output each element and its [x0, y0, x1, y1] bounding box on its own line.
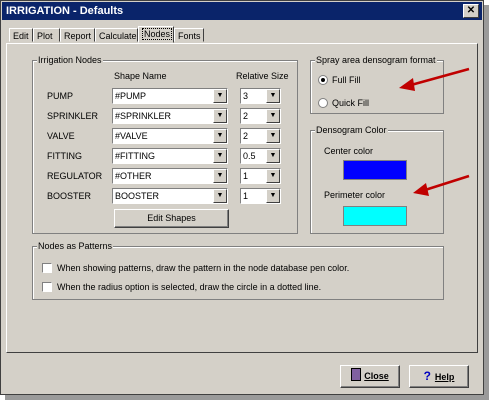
- perimeter-color-label: Perimeter color: [324, 190, 386, 200]
- chevron-down-icon[interactable]: ▼: [213, 149, 227, 163]
- shape-name-header: Shape Name: [114, 71, 167, 81]
- size-select-fitting[interactable]: 0.5 ▼: [240, 148, 281, 164]
- shape-value: #VALVE: [115, 131, 148, 141]
- help-button[interactable]: ? Help: [409, 365, 469, 388]
- perimeter-color-swatch[interactable]: [343, 206, 407, 226]
- dotted-line-checkbox[interactable]: [42, 282, 52, 292]
- title-bar[interactable]: IRRIGATION - Defaults ✕: [2, 2, 482, 20]
- close-button[interactable]: Close: [340, 365, 400, 388]
- full-fill-label: Full Fill: [332, 75, 361, 85]
- annotation-arrow-icon: [399, 67, 470, 91]
- tab-fonts-label: Fonts: [178, 31, 201, 41]
- chevron-down-icon[interactable]: ▼: [213, 169, 227, 183]
- pen-color-checkbox[interactable]: [42, 263, 52, 273]
- close-door-icon: [351, 368, 362, 381]
- chevron-down-icon[interactable]: ▼: [266, 149, 280, 163]
- size-select-pump[interactable]: 3 ▼: [240, 88, 281, 104]
- size-value: 2: [243, 131, 249, 141]
- relative-size-header: Relative Size: [236, 71, 289, 81]
- spray-format-legend: Spray area densogram format: [315, 55, 437, 65]
- tab-fonts[interactable]: Fonts: [174, 28, 204, 42]
- densogram-color-legend: Densogram Color: [315, 125, 388, 135]
- size-value: 3: [243, 91, 249, 101]
- edit-shapes-button[interactable]: Edit Shapes: [114, 209, 229, 228]
- node-label-fitting: FITTING: [47, 151, 82, 161]
- size-select-sprinkler[interactable]: 2 ▼: [240, 108, 281, 124]
- chevron-down-icon[interactable]: ▼: [266, 189, 280, 203]
- shape-select-valve[interactable]: #VALVE ▼: [112, 128, 228, 144]
- center-color-swatch[interactable]: [343, 160, 407, 180]
- shape-value: #SPRINKLER: [115, 111, 172, 121]
- dotted-line-option-label: When the radius option is selected, draw…: [57, 282, 322, 292]
- quick-fill-label: Quick Fill: [332, 98, 370, 108]
- size-value: 2: [243, 111, 249, 121]
- size-select-regulator[interactable]: 1 ▼: [240, 168, 281, 184]
- shape-value: BOOSTER: [115, 191, 160, 201]
- question-mark-icon: ?: [423, 369, 431, 383]
- chevron-down-icon[interactable]: ▼: [266, 109, 280, 123]
- shape-value: #PUMP: [115, 91, 147, 101]
- chevron-down-icon[interactable]: ▼: [213, 109, 227, 123]
- tab-plot[interactable]: Plot: [33, 28, 60, 42]
- window-shadow-bottom: [5, 395, 489, 400]
- window-title: IRRIGATION - Defaults: [6, 5, 124, 17]
- size-value: 1: [243, 171, 249, 181]
- full-fill-radio[interactable]: [318, 75, 328, 85]
- shape-value: #FITTING: [115, 151, 155, 161]
- shape-select-sprinkler[interactable]: #SPRINKLER ▼: [112, 108, 228, 124]
- tab-edit-label: Edit: [13, 31, 29, 41]
- window-shadow-right: [484, 5, 489, 400]
- close-window-icon[interactable]: ✕: [463, 4, 479, 18]
- chevron-down-icon[interactable]: ▼: [266, 89, 280, 103]
- chevron-down-icon[interactable]: ▼: [213, 129, 227, 143]
- size-select-valve[interactable]: 2 ▼: [240, 128, 281, 144]
- tab-report-label: Report: [64, 31, 92, 41]
- help-button-label: Help: [434, 372, 455, 382]
- node-label-valve: VALVE: [47, 131, 75, 141]
- tab-edit[interactable]: Edit: [9, 28, 33, 42]
- nodes-as-patterns-legend: Nodes as Patterns: [37, 241, 114, 251]
- center-color-label: Center color: [324, 146, 374, 156]
- defaults-dialog: IRRIGATION - Defaults ✕ Edit Plot Report…: [0, 0, 484, 395]
- chevron-down-icon[interactable]: ▼: [266, 129, 280, 143]
- nodes-as-patterns-group: Nodes as Patterns When showing patterns,…: [32, 241, 444, 300]
- chevron-down-icon[interactable]: ▼: [213, 189, 227, 203]
- tab-nodes-label: Nodes: [142, 28, 173, 40]
- tab-nodes[interactable]: Nodes: [138, 26, 174, 43]
- edit-shapes-label: Edit Shapes: [147, 213, 196, 223]
- size-value: 1: [243, 191, 249, 201]
- shape-select-regulator[interactable]: #OTHER ▼: [112, 168, 228, 184]
- close-button-label: Close: [364, 371, 389, 381]
- shape-value: #OTHER: [115, 171, 152, 181]
- shape-select-booster[interactable]: BOOSTER ▼: [112, 188, 228, 204]
- node-label-sprinkler: SPRINKLER: [47, 111, 99, 121]
- irrigation-nodes-legend: Irrigation Nodes: [37, 55, 103, 65]
- annotation-arrow-icon: [413, 174, 470, 196]
- node-label-pump: PUMP: [47, 91, 74, 101]
- tab-report[interactable]: Report: [60, 28, 95, 42]
- shape-select-pump[interactable]: #PUMP ▼: [112, 88, 228, 104]
- pen-color-option-label: When showing patterns, draw the pattern …: [57, 263, 350, 273]
- node-label-booster: BOOSTER: [47, 191, 92, 201]
- tab-calculate[interactable]: Calculate: [95, 28, 138, 42]
- chevron-down-icon[interactable]: ▼: [266, 169, 280, 183]
- size-value: 0.5: [243, 151, 256, 161]
- size-select-booster[interactable]: 1 ▼: [240, 188, 281, 204]
- tab-calculate-label: Calculate: [99, 31, 137, 41]
- shape-select-fitting[interactable]: #FITTING ▼: [112, 148, 228, 164]
- quick-fill-radio[interactable]: [318, 98, 328, 108]
- tab-plot-label: Plot: [37, 31, 53, 41]
- node-label-regulator: REGULATOR: [47, 171, 103, 181]
- irrigation-nodes-group: Irrigation Nodes Shape Name Relative Siz…: [32, 55, 298, 234]
- chevron-down-icon[interactable]: ▼: [213, 89, 227, 103]
